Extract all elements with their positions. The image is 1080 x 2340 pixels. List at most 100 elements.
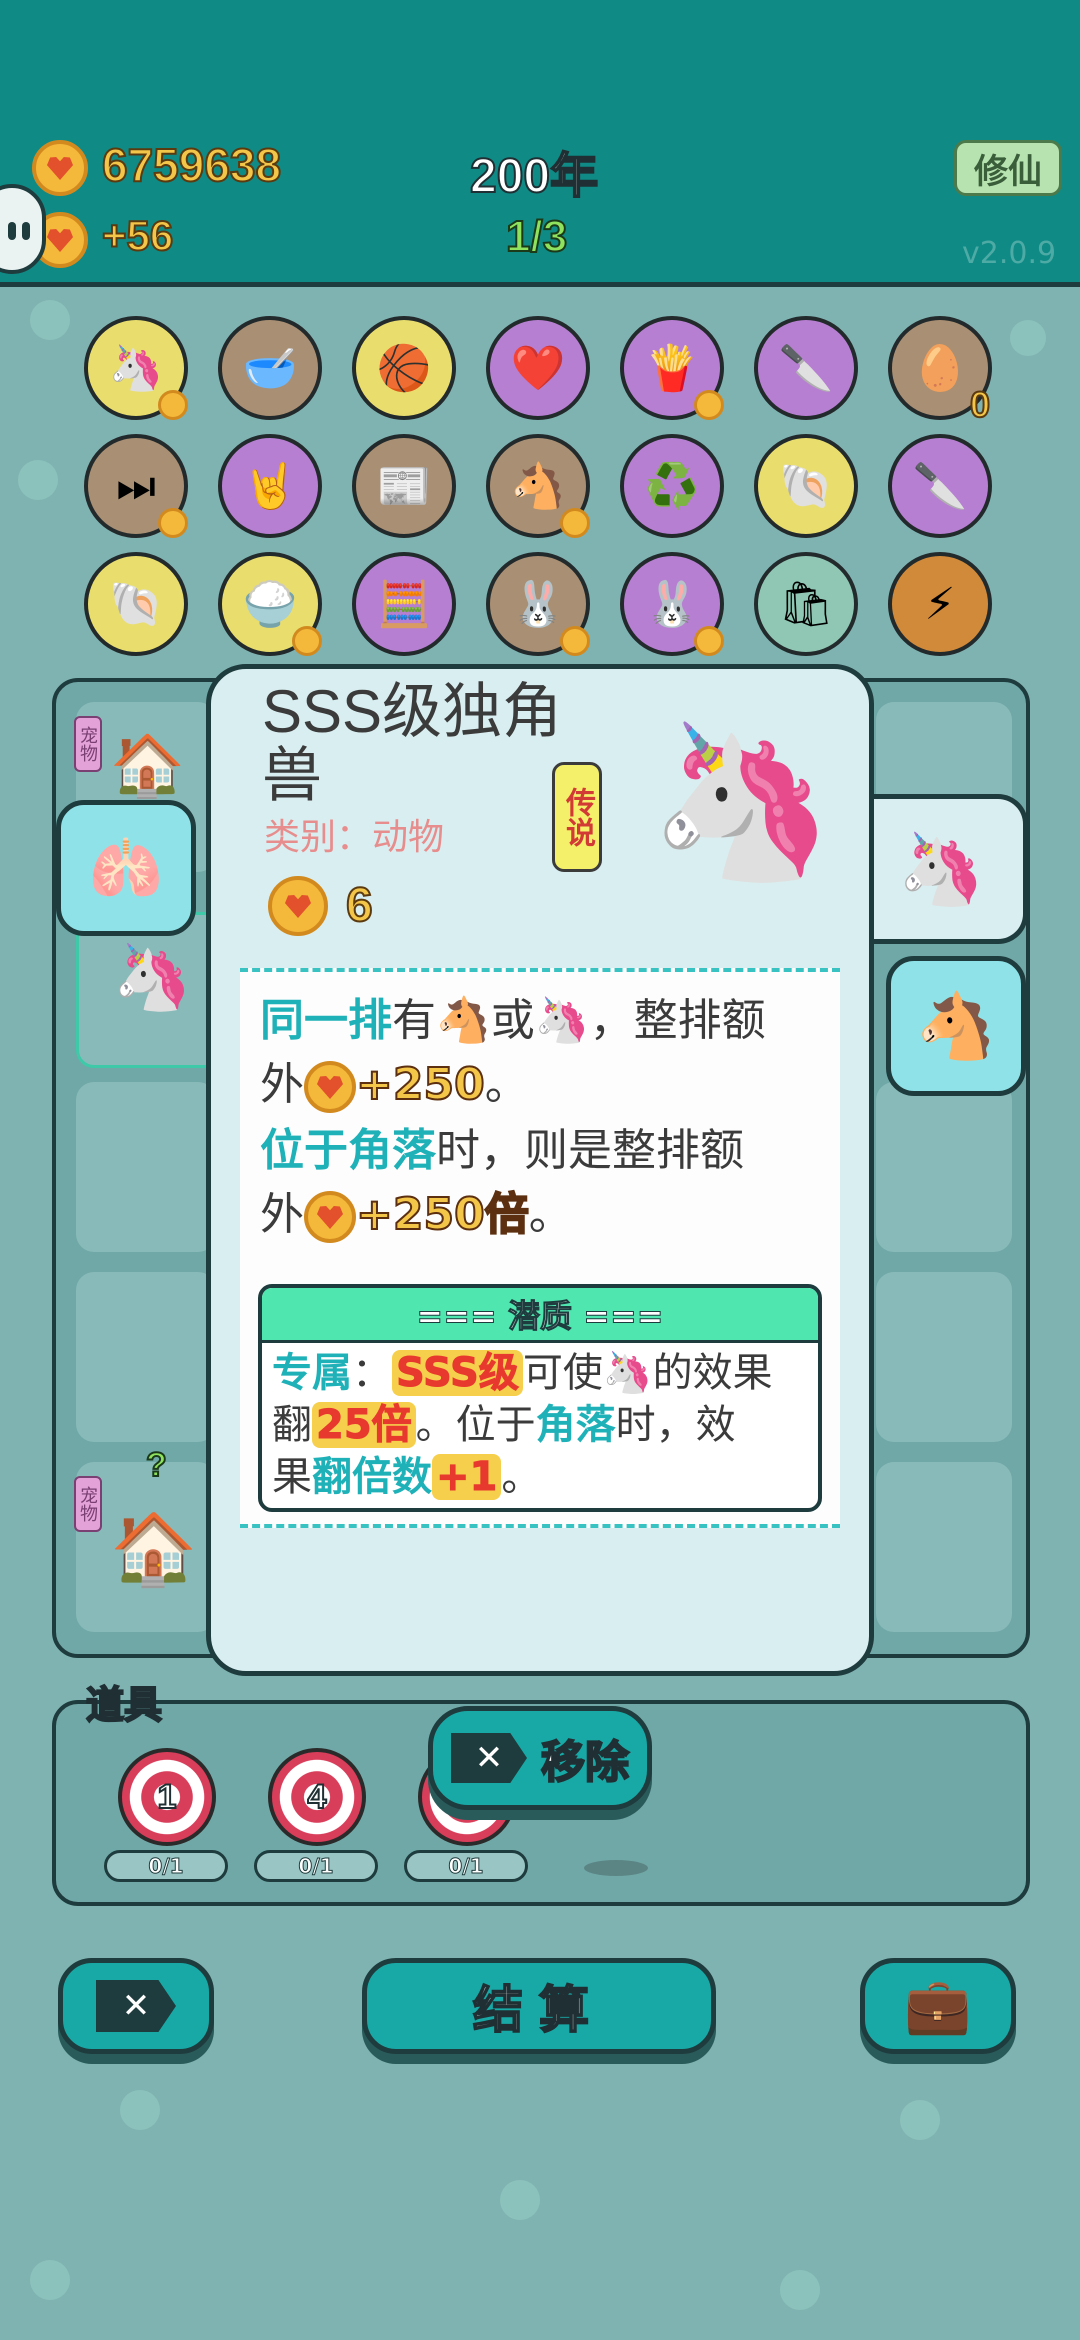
question-mark: ? <box>145 1445 168 1485</box>
unicorn-portrait: 🦄 <box>648 715 835 889</box>
kw-corner: 位于角落 <box>260 1125 436 1176</box>
remove-label: 移除 <box>540 1737 630 1788</box>
target-count: 0/1 <box>404 1850 528 1882</box>
pet-bowl-symbol[interactable]: 🥣 <box>218 316 322 420</box>
briefcase-icon: 💼 <box>904 1974 972 2037</box>
pot-text: 。 <box>501 1454 542 1500</box>
fries-symbol[interactable]: 🍟 <box>620 316 724 420</box>
desc-text: 。 <box>484 1059 529 1110</box>
pot-text: 果 <box>272 1454 312 1500</box>
unicorn-symbol[interactable]: 🦄 <box>84 316 188 420</box>
briefcase-button[interactable]: 💼 <box>860 1958 1016 2054</box>
pot-text: 。位于 <box>415 1402 536 1448</box>
kw-same-row: 同一排 <box>260 995 392 1046</box>
desc-text: 外 <box>260 1059 304 1110</box>
bonus-value: +250 <box>355 1058 486 1111</box>
description-text: 同一排有🐴或🦄，整排额 外 +250。 位于角落时，则是整排额 外 +250倍。 <box>260 990 840 1246</box>
desc-text: 有 <box>392 995 436 1046</box>
time-magazine-symbol[interactable]: 📰 <box>352 434 456 538</box>
shell-symbol-2[interactable]: 🐚 <box>84 552 188 656</box>
target-count: 0/1 <box>254 1850 378 1882</box>
cleaver-symbol[interactable]: 🔪 <box>754 316 858 420</box>
rabbit-symbol-2[interactable]: 🐰 <box>620 552 724 656</box>
cleaver-symbol-2[interactable]: 🔪 <box>888 434 992 538</box>
unicorn-icon: 🦄 <box>534 995 590 1046</box>
discard-button[interactable]: ✕ <box>58 1958 214 2054</box>
symbol-count-badge: 0 <box>969 383 991 426</box>
top-status-bar: 6759638 +56 200年 1/3 修仙 v2.0.9 <box>0 0 1080 287</box>
pet-tag: 宠物 <box>74 1476 102 1532</box>
multiplier-badge: 25倍 <box>312 1402 416 1449</box>
potential-title: === 潜质 === <box>262 1288 818 1343</box>
value-coin-icon <box>268 876 328 936</box>
pot-text: 时，效 <box>615 1402 736 1448</box>
plus-one-badge: +1 <box>432 1454 502 1501</box>
skip-symbol[interactable]: ⏭ <box>84 434 188 538</box>
remove-button[interactable]: ✕ 移除 <box>428 1706 652 1810</box>
close-icon: ✕ <box>96 1980 176 2032</box>
kw-corner: 角落 <box>535 1402 616 1448</box>
settle-label: 结算 <box>472 1981 605 2039</box>
kw-multiplier-count: 翻倍数 <box>312 1454 432 1500</box>
trash-bag-symbol[interactable]: 🛍 <box>754 552 858 656</box>
close-icon: ✕ <box>451 1733 527 1783</box>
coin-total: 6759638 <box>101 138 282 192</box>
coin-icon <box>304 1061 356 1113</box>
unicorn-card-tab[interactable]: 🦄 <box>860 794 1028 944</box>
board-slot[interactable] <box>76 1272 216 1442</box>
desc-text: 。 <box>528 1189 573 1240</box>
target-item[interactable]: 1 <box>118 1748 216 1846</box>
basketball-symbol[interactable]: 🏀 <box>352 316 456 420</box>
pot-text: 的效果 <box>652 1350 773 1396</box>
pot-text: 可使 <box>522 1350 603 1396</box>
rabbit-symbol[interactable]: 🐰 <box>486 552 590 656</box>
card-title: SSS级独角兽 <box>262 678 563 809</box>
target-number: 4 <box>307 1777 328 1817</box>
income-per-turn: +56 <box>101 211 174 260</box>
horse-pair-symbol[interactable]: 🐴 <box>486 434 590 538</box>
version-label: v2.0.9 <box>962 236 1057 271</box>
items-title: 道具 <box>85 1684 163 1728</box>
desc-text: 或 <box>490 995 535 1046</box>
desc-text: 时，则是整排额 <box>436 1125 744 1176</box>
shell-symbol[interactable]: 🐚 <box>754 434 858 538</box>
math-student-symbol[interactable]: 🧮 <box>352 552 456 656</box>
board-slot[interactable] <box>876 1082 1012 1252</box>
coin-icon <box>32 140 88 196</box>
unicorn-icon: 🦄 <box>602 1350 653 1396</box>
horse-tile[interactable]: 🐴 <box>886 956 1026 1096</box>
unicorn-on-board[interactable]: 🦄 <box>112 940 192 1015</box>
recycle-symbol[interactable]: ♻️ <box>620 434 724 538</box>
round-counter: 1/3 <box>505 211 568 262</box>
pet-house-icon: 🏠 <box>110 731 185 801</box>
rock-hand-symbol[interactable]: 🤘 <box>218 434 322 538</box>
pet-tag: 宠物 <box>74 716 102 772</box>
card-value: 6 <box>345 878 374 933</box>
year-counter: 200年 <box>469 149 599 204</box>
board-slot[interactable] <box>876 1462 1012 1632</box>
liver-tile[interactable]: 🫁 <box>56 800 196 936</box>
pause-button[interactable] <box>0 184 46 274</box>
card-category: 类别：动物 <box>264 817 445 858</box>
board-slot[interactable] <box>76 1082 216 1252</box>
target-count: 0/1 <box>104 1850 228 1882</box>
target-number: 1 <box>157 1777 178 1817</box>
potential-box: === 潜质 === 专属： SSS级 可使🦄的效果 翻 25倍 。位于角落时，效 果翻… <box>258 1284 822 1512</box>
cultivation-mode-button[interactable]: 修仙 <box>954 140 1062 196</box>
target-item[interactable]: 4 <box>268 1748 366 1846</box>
lightning-symbol[interactable]: ⚡ <box>888 552 992 656</box>
heart-bag-symbol[interactable]: ❤️ <box>486 316 590 420</box>
desc-text: ，整排额 <box>589 995 766 1046</box>
pot-text: 翻 <box>272 1402 312 1448</box>
item-shadow <box>584 1860 648 1876</box>
rarity-badge: 传说 <box>552 762 602 872</box>
coin-icon <box>304 1191 356 1243</box>
pet-house-icon: 🏠 <box>110 1508 198 1590</box>
rice-bowl-symbol[interactable]: 🍚 <box>218 552 322 656</box>
board-slot[interactable] <box>876 1272 1012 1442</box>
sss-badge: SSS级 <box>392 1350 523 1397</box>
pot-text: ： <box>352 1350 392 1396</box>
settle-button[interactable]: 结算 <box>362 1958 716 2054</box>
horse-icon: 🐴 <box>436 995 491 1046</box>
multiplier-value: +250倍 <box>355 1188 530 1241</box>
